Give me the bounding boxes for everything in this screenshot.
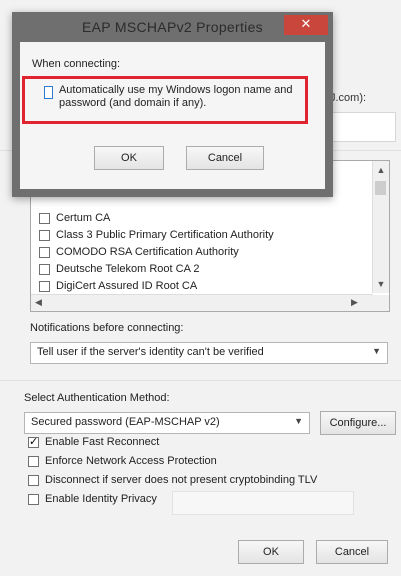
option-label: Enable Identity Privacy [45,493,157,505]
close-icon[interactable]: ✕ [284,15,328,35]
auth-method-dropdown[interactable]: Secured password (EAP-MSCHAP v2) ▼ [24,412,310,434]
list-item-label: Class 3 Public Primary Certification Aut… [56,229,274,241]
list-item[interactable]: DigiCert Assured ID Root CA [39,277,197,295]
list-item-checkbox[interactable] [39,246,50,258]
identity-privacy-field [172,491,354,515]
checkbox[interactable] [28,474,39,486]
notifications-label: Notifications before connecting: [30,322,184,334]
notifications-dropdown[interactable]: Tell user if the server's identity can't… [30,342,388,364]
dialog-cancel-button[interactable]: Cancel [186,146,264,170]
scrollbar-corner [373,295,389,311]
scroll-right-icon[interactable]: ▶ [351,297,358,308]
eap-mschapv2-dialog: EAP MSCHAPv2 Properties ✕ When connectin… [12,12,333,197]
list-item-label: DigiCert Assured ID Root CA [56,280,198,292]
option-enforce-nap[interactable]: Enforce Network Access Protection [28,455,217,467]
option-label: Enable Fast Reconnect [45,436,160,448]
list-item-label: Deutsche Telekom Root CA 2 [56,263,200,275]
list-item-label: COMODO RSA Certification Authority [56,246,239,258]
option-enable-identity-privacy[interactable]: Enable Identity Privacy [28,493,157,505]
auth-method-label: Select Authentication Method: [24,392,170,404]
chevron-down-icon: ▼ [372,346,381,356]
checkbox[interactable] [28,493,39,505]
list-item[interactable]: Certum CA [39,209,110,227]
ok-button[interactable]: OK [238,540,304,564]
list-item-checkbox[interactable] [39,229,50,241]
when-connecting-label: When connecting: [32,58,121,70]
scroll-left-icon[interactable]: ◀ [35,297,42,308]
horizontal-scrollbar[interactable]: ◀ ▶ [31,294,373,311]
server-names-fragment: J.com): [330,92,367,104]
chevron-down-icon: ▼ [294,416,303,426]
checkbox[interactable] [28,455,39,467]
list-item-checkbox[interactable] [39,263,50,275]
vertical-scrollbar[interactable]: ▲ ▼ [372,161,389,293]
dialog-ok-button[interactable]: OK [94,146,164,170]
configure-button[interactable]: Configure... [320,411,396,435]
cancel-button[interactable]: Cancel [316,540,388,564]
scrollbar-thumb[interactable] [375,181,386,195]
list-item[interactable]: Class 3 Public Primary Certification Aut… [39,226,274,244]
list-item-checkbox[interactable] [39,280,50,292]
option-label: Enforce Network Access Protection [45,455,217,467]
separator [0,380,401,381]
option-disconnect-cryptobinding[interactable]: Disconnect if server does not present cr… [28,474,317,486]
scroll-up-icon[interactable]: ▲ [373,165,389,175]
notifications-selected: Tell user if the server's identity can't… [37,346,264,358]
option-enable-fast-reconnect[interactable]: Enable Fast Reconnect [28,435,160,448]
list-item[interactable]: COMODO RSA Certification Authority [39,243,239,261]
server-names-field[interactable] [330,112,396,142]
list-item-checkbox[interactable] [39,212,50,224]
highlight-box [22,76,308,124]
option-label: Disconnect if server does not present cr… [45,474,318,486]
list-item-label: Certum CA [56,212,111,224]
auth-method-selected: Secured password (EAP-MSCHAP v2) [31,416,220,428]
list-item[interactable]: Deutsche Telekom Root CA 2 [39,260,199,278]
scroll-down-icon[interactable]: ▼ [373,279,389,289]
checkbox[interactable] [28,435,39,448]
